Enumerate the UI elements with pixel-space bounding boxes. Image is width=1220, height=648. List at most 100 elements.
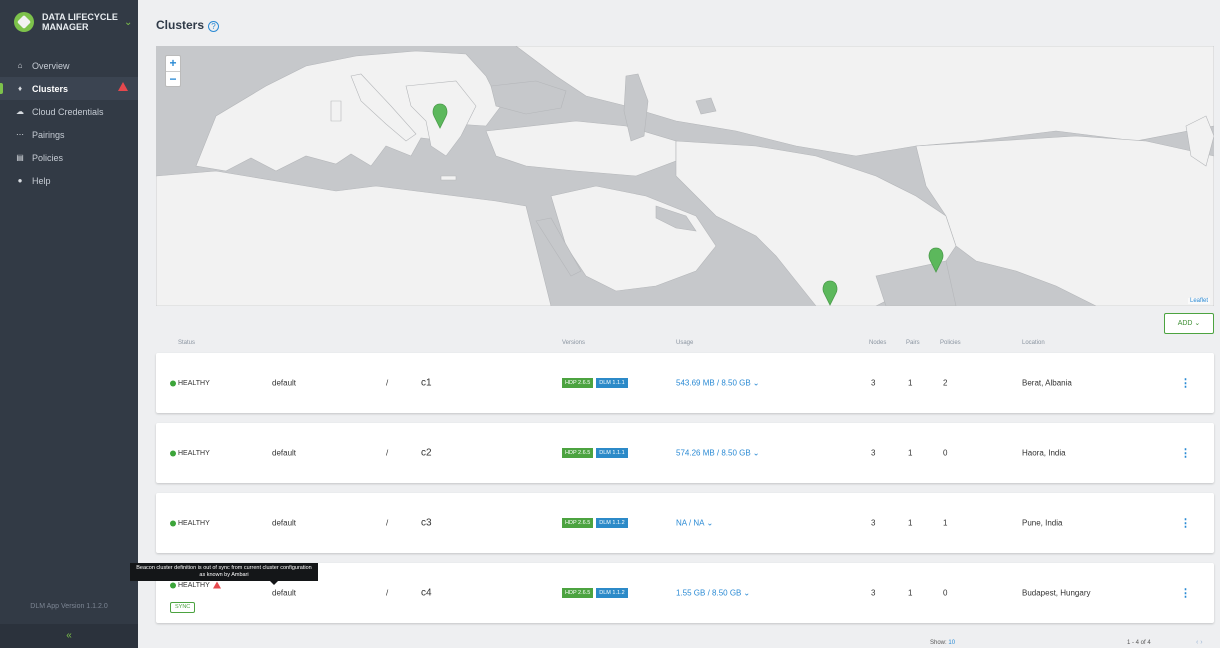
usage-text: 543.69 MB / 8.50 GB (676, 378, 751, 388)
sidebar-item-label: Help (32, 175, 51, 186)
sidebar-item-overview[interactable]: ⌂ Overview (0, 54, 138, 77)
cloud-icon: ☁ (16, 107, 24, 116)
cluster-row[interactable]: HEALTHY default / c2 HDP 2.6.5 DLM 1.1.1 … (156, 423, 1214, 483)
row-actions-menu-icon[interactable]: ⋮ (1180, 447, 1191, 460)
policies-icon: ▤ (16, 153, 24, 162)
add-label: ADD (1177, 320, 1193, 327)
versions-cell: HDP 2.6.5 DLM 1.1.2 (562, 518, 628, 528)
usage-text: 574.26 MB / 8.50 GB (676, 448, 751, 458)
column-header-nodes[interactable]: Nodes (869, 340, 886, 346)
usage-dropdown[interactable]: 543.69 MB / 8.50 GB ⌄ (676, 379, 759, 388)
out-of-sync-warning-icon[interactable] (212, 581, 221, 589)
add-cluster-button[interactable]: ADD ⌄ (1164, 313, 1214, 334)
status-text: HEALTHY (178, 581, 210, 589)
cluster-name: c2 (421, 447, 432, 459)
usage-dropdown[interactable]: NA / NA ⌄ (676, 519, 713, 528)
dlm-version-badge: DLM 1.1.2 (596, 518, 628, 528)
row-actions-menu-icon[interactable]: ⋮ (1180, 377, 1191, 390)
versions-cell: HDP 2.6.5 DLM 1.1.1 (562, 448, 628, 458)
location-text: Pune, India (1022, 518, 1063, 528)
sidebar-item-cloud-credentials[interactable]: ☁ Cloud Credentials (0, 100, 138, 123)
cluster-name: c3 (421, 517, 432, 529)
sync-warning-tooltip: Beacon cluster definition is out of sync… (130, 563, 318, 585)
status-text: HEALTHY (178, 379, 210, 387)
map-attribution-link[interactable]: Leaflet (1187, 298, 1210, 304)
sidebar-item-pairings[interactable]: ⋯ Pairings (0, 123, 138, 146)
policies-count: 2 (943, 378, 948, 388)
page-title-text: Clusters (156, 18, 205, 32)
location-text: Budapest, Hungary (1022, 588, 1091, 598)
chevron-down-icon: ⌄ (752, 378, 760, 388)
map-region-anatolia (485, 120, 677, 177)
hdp-version-badge: HDP 2.6.5 (562, 588, 594, 598)
usage-text: 1.55 GB / 8.50 GB (676, 588, 742, 598)
status-text: HEALTHY (178, 449, 210, 457)
pairs-count: 1 (908, 448, 913, 458)
pairings-icon: ⋯ (16, 130, 24, 139)
app-version: DLM App Version 1.1.2.0 (30, 603, 108, 610)
hdp-version-badge: HDP 2.6.5 (562, 448, 594, 458)
row-actions-menu-icon[interactable]: ⋮ (1180, 587, 1191, 600)
map-region-east-asia (915, 135, 1214, 306)
column-header-policies[interactable]: Policies (940, 340, 961, 346)
page-size-selector[interactable]: Show: 10 (930, 640, 955, 646)
home-icon: ⌂ (17, 61, 23, 70)
dlm-logo-icon (14, 12, 34, 32)
nodes-count: 3 (871, 448, 876, 458)
dlm-version-badge: DLM 1.1.1 (596, 448, 628, 458)
status-dot-icon (170, 450, 176, 457)
pagination-arrows[interactable]: ‹ › (1196, 639, 1203, 646)
column-header-usage[interactable]: Usage (676, 340, 693, 346)
chevron-down-icon[interactable]: ⌄ (124, 17, 132, 28)
status-dot-icon (170, 582, 176, 589)
show-label: Show: (930, 640, 947, 646)
chevron-down-icon: ⌄ (752, 448, 760, 458)
column-header-location[interactable]: Location (1022, 340, 1045, 346)
datacenter-name: default (272, 448, 297, 458)
app-title: DATA LIFECYCLE MANAGER (42, 12, 118, 32)
zoom-in-button[interactable]: + (166, 56, 180, 71)
chevron-down-icon: ⌄ (1194, 320, 1201, 327)
clusters-map[interactable]: + − Leaflet (156, 46, 1214, 306)
nodes-count: 3 (871, 378, 876, 388)
help-icon[interactable]: ? (208, 21, 220, 32)
hdp-version-badge: HDP 2.6.5 (562, 378, 594, 388)
column-header-pairs[interactable]: Pairs (906, 340, 920, 346)
datacenter-name: default (272, 378, 297, 388)
sidebar-item-policies[interactable]: ▤ Policies (0, 146, 138, 169)
map-region-sardinia (330, 100, 342, 122)
location-text: Haora, India (1022, 448, 1066, 458)
nodes-count: 3 (871, 588, 876, 598)
map-region-north-africa (156, 170, 552, 306)
chevron-left-icon: « (66, 630, 72, 641)
zoom-out-button[interactable]: − (166, 71, 180, 86)
page-size-value: 10 (948, 640, 956, 646)
column-header-status[interactable]: Status (178, 340, 195, 346)
versions-cell: HDP 2.6.5 DLM 1.1.1 (562, 378, 628, 388)
status-text: HEALTHY (178, 519, 210, 527)
collapse-sidebar-button[interactable]: « (0, 624, 138, 648)
status-cell: HEALTHY (170, 449, 210, 458)
sidebar-item-help[interactable]: ● Help (0, 169, 138, 192)
datacenter-name: default (272, 518, 297, 528)
sidebar-item-clusters[interactable]: ♦ Clusters (0, 77, 138, 100)
usage-dropdown[interactable]: 1.55 GB / 8.50 GB ⌄ (676, 589, 750, 598)
usage-dropdown[interactable]: 574.26 MB / 8.50 GB ⌄ (676, 449, 759, 458)
path-separator: / (386, 378, 389, 388)
brand[interactable]: DATA LIFECYCLE MANAGER ⌄ (0, 0, 138, 44)
dlm-version-badge: DLM 1.1.2 (596, 588, 628, 598)
sync-button[interactable]: SYNC (170, 602, 196, 613)
chevron-down-icon: ⌄ (706, 518, 714, 528)
cluster-row[interactable]: HEALTHY default / c1 HDP 2.6.5 DLM 1.1.1 … (156, 353, 1214, 413)
status-cell: HEALTHY (170, 519, 210, 528)
row-actions-menu-icon[interactable]: ⋮ (1180, 517, 1191, 530)
warning-icon (118, 82, 128, 91)
status-cell: HEALTHY (170, 379, 210, 388)
sidebar-item-label: Overview (32, 60, 70, 71)
status-dot-icon (170, 520, 176, 527)
column-header-versions[interactable]: Versions (562, 340, 585, 346)
pairs-count: 1 (908, 588, 913, 598)
sidebar-item-label: Clusters (32, 83, 69, 94)
cluster-row[interactable]: HEALTHY default / c3 HDP 2.6.5 DLM 1.1.2 … (156, 493, 1214, 553)
nodes-count: 3 (871, 518, 876, 528)
